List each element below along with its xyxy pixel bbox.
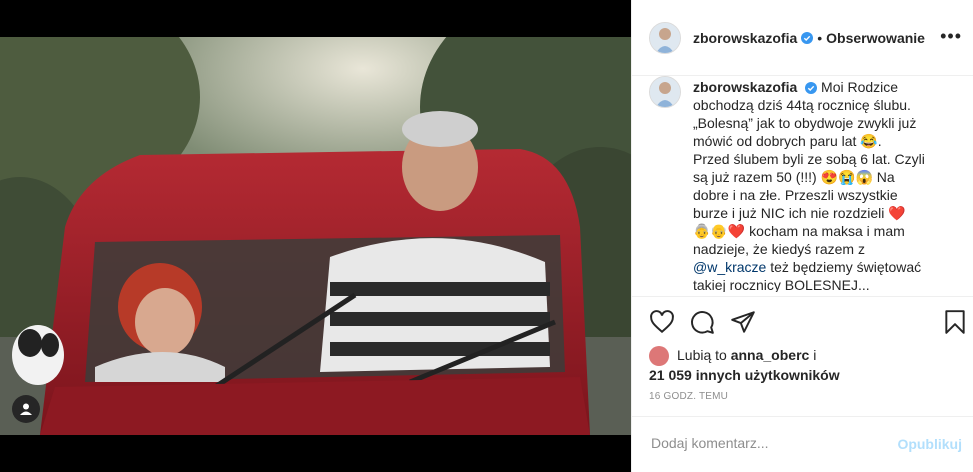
liker-avatar[interactable] (649, 346, 669, 367)
caption-line: Moi Rodzice (821, 79, 899, 95)
caption-username[interactable]: zborowskazofia (693, 79, 797, 95)
publish-button[interactable]: Opublikuj (897, 436, 962, 452)
caption-line: burze i już NIC ich nie rozdzieli ❤️ (693, 205, 906, 221)
comment-input[interactable] (649, 434, 883, 452)
tagged-users-button[interactable] (12, 395, 40, 423)
comment-box: Opublikuj (632, 416, 973, 472)
mention-link[interactable]: @w_kracze (693, 259, 766, 275)
caption-text: zborowskazofia Moi Rodzice obchodzą dziś… (693, 74, 967, 292)
separator-dot: • (817, 29, 823, 46)
following-button[interactable]: Obserwowanie (826, 30, 925, 46)
caption-line: mówić od dobrych paru lat 😂. (693, 133, 882, 149)
verified-badge-icon (801, 31, 814, 44)
avatar-image (650, 22, 680, 53)
caption-line: są już razem 50 (!!!) 😍😭😱 Na (693, 169, 895, 185)
likes-summary: Lubią to anna_oberc i 21 059 innych użyt… (649, 346, 840, 384)
post-timestamp[interactable]: 16 GODZ. TEMU (649, 391, 728, 402)
caption-line: „Bolesną” jak to obydwoje zwykli już (693, 115, 917, 131)
like-heart-icon[interactable] (649, 309, 675, 335)
caption-line: 👵👴❤️ kocham na maksa i mam (693, 223, 905, 239)
comment-icon[interactable] (689, 309, 715, 335)
header-username[interactable]: zborowskazofia (693, 30, 797, 46)
action-bar (632, 296, 973, 349)
post-sidebar: zborowskazofia • Obserwowanie ••• zborow… (631, 0, 973, 472)
caption-line: obchodzą dziś 44tą rocznicę ślubu. (693, 97, 911, 113)
avatar-image (650, 77, 680, 107)
liker-username[interactable]: anna_oberc (731, 347, 810, 363)
share-paper-plane-icon[interactable] (730, 309, 756, 335)
post-caption: zborowskazofia Moi Rodzice obchodzą dziś… (649, 74, 967, 292)
likes-prefix: Lubią to (677, 347, 731, 363)
post-media (0, 0, 631, 472)
caption-line: takiej rocznicy BOLESNEJ... (693, 277, 870, 292)
instagram-post-modal: zborowskazofia • Obserwowanie ••• zborow… (0, 0, 973, 472)
caption-avatar[interactable] (649, 76, 681, 108)
likes-and: i (809, 347, 817, 363)
caption-line: też będziemy świętować (766, 259, 922, 275)
photo-illustration (0, 37, 631, 435)
caption-line: nadzieje, że kiedyś razem z (693, 241, 865, 257)
more-options-icon[interactable]: ••• (940, 26, 962, 47)
user-icon (20, 403, 32, 415)
verified-badge-icon (805, 82, 818, 95)
avatar[interactable] (649, 21, 681, 54)
save-bookmark-icon[interactable] (942, 309, 968, 335)
caption-line: Przed ślubem byli ze sobą 6 lat. Czyli (693, 151, 925, 167)
likes-count[interactable]: 21 059 innych użytkowników (649, 367, 840, 383)
post-photo[interactable] (0, 37, 631, 435)
post-header: zborowskazofia • Obserwowanie ••• (632, 0, 973, 76)
caption-line: dobre i na złe. Przeszli wszystkie (693, 187, 898, 203)
